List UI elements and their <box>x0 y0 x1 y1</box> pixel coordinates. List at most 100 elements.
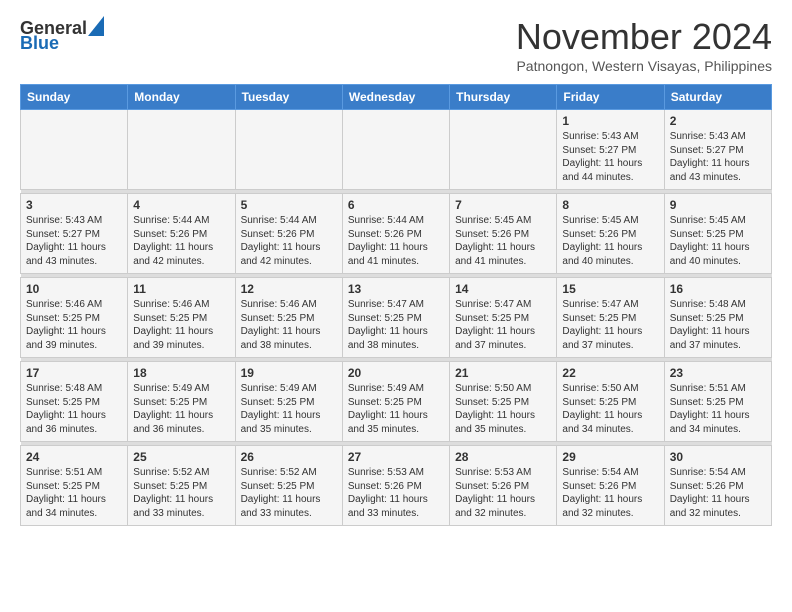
weekday-header-friday: Friday <box>557 85 664 110</box>
day-info: Sunrise: 5:51 AMSunset: 5:25 PMDaylight:… <box>26 466 122 520</box>
week-row-3: 10 Sunrise: 5:46 AMSunset: 5:25 PMDayligh… <box>21 278 772 358</box>
calendar-cell: 22 Sunrise: 5:50 AMSunset: 5:25 PMDayligh… <box>557 362 664 442</box>
day-info: Sunrise: 5:48 AMSunset: 5:25 PMDaylight:… <box>26 382 122 436</box>
day-number: 10 <box>26 282 122 296</box>
page-container: General Blue November 2024 Patnongon, We… <box>0 0 792 536</box>
logo-blue-text: Blue <box>20 33 59 53</box>
day-info: Sunrise: 5:43 AMSunset: 5:27 PMDaylight:… <box>670 130 766 184</box>
day-info: Sunrise: 5:54 AMSunset: 5:26 PMDaylight:… <box>670 466 766 520</box>
day-info: Sunrise: 5:47 AMSunset: 5:25 PMDaylight:… <box>455 298 551 352</box>
week-row-1: 1Sunrise: 5:43 AMSunset: 5:27 PMDaylight… <box>21 110 772 190</box>
header: General Blue November 2024 Patnongon, We… <box>20 16 772 74</box>
day-info: Sunrise: 5:54 AMSunset: 5:26 PMDaylight:… <box>562 466 658 520</box>
calendar-cell: 29 Sunrise: 5:54 AMSunset: 5:26 PMDayligh… <box>557 446 664 526</box>
calendar-cell <box>21 110 128 190</box>
day-info: Sunrise: 5:45 AMSunset: 5:26 PMDaylight:… <box>562 214 658 268</box>
logo-triangle-icon <box>88 16 104 36</box>
day-info: Sunrise: 5:49 AMSunset: 5:25 PMDaylight:… <box>133 382 229 436</box>
day-number: 7 <box>455 198 551 212</box>
calendar-cell: 7 Sunrise: 5:45 AMSunset: 5:26 PMDaylight… <box>450 194 557 274</box>
day-number: 6 <box>348 198 444 212</box>
weekday-header-wednesday: Wednesday <box>342 85 449 110</box>
calendar-cell <box>342 110 449 190</box>
day-info: Sunrise: 5:50 AMSunset: 5:25 PMDaylight:… <box>562 382 658 436</box>
day-info: Sunrise: 5:46 AMSunset: 5:25 PMDaylight:… <box>241 298 337 352</box>
calendar-cell: 4 Sunrise: 5:44 AMSunset: 5:26 PMDaylight… <box>128 194 235 274</box>
day-info: Sunrise: 5:47 AMSunset: 5:25 PMDaylight:… <box>562 298 658 352</box>
week-row-4: 17 Sunrise: 5:48 AMSunset: 5:25 PMDayligh… <box>21 362 772 442</box>
day-number: 18 <box>133 366 229 380</box>
calendar-cell: 2 Sunrise: 5:43 AMSunset: 5:27 PMDaylight… <box>664 110 771 190</box>
day-number: 30 <box>670 450 766 464</box>
day-info: Sunrise: 5:47 AMSunset: 5:25 PMDaylight:… <box>348 298 444 352</box>
day-number: 16 <box>670 282 766 296</box>
day-number: 19 <box>241 366 337 380</box>
week-row-5: 24 Sunrise: 5:51 AMSunset: 5:25 PMDayligh… <box>21 446 772 526</box>
weekday-header-tuesday: Tuesday <box>235 85 342 110</box>
day-number: 3 <box>26 198 122 212</box>
calendar-cell: 28 Sunrise: 5:53 AMSunset: 5:26 PMDayligh… <box>450 446 557 526</box>
day-info: Sunrise: 5:53 AMSunset: 5:26 PMDaylight:… <box>455 466 551 520</box>
day-number: 29 <box>562 450 658 464</box>
day-info: Sunrise: 5:46 AMSunset: 5:25 PMDaylight:… <box>26 298 122 352</box>
calendar-table: SundayMondayTuesdayWednesdayThursdayFrid… <box>20 84 772 526</box>
week-row-2: 3 Sunrise: 5:43 AMSunset: 5:27 PMDaylight… <box>21 194 772 274</box>
title-section: November 2024 Patnongon, Western Visayas… <box>516 16 772 74</box>
calendar-cell: 10 Sunrise: 5:46 AMSunset: 5:25 PMDayligh… <box>21 278 128 358</box>
day-number: 2 <box>670 114 766 128</box>
calendar-cell <box>235 110 342 190</box>
day-info: Sunrise: 5:49 AMSunset: 5:25 PMDaylight:… <box>348 382 444 436</box>
calendar-cell: 11Sunrise: 5:46 AMSunset: 5:25 PMDayligh… <box>128 278 235 358</box>
day-info: Sunrise: 5:49 AMSunset: 5:25 PMDaylight:… <box>241 382 337 436</box>
day-number: 4 <box>133 198 229 212</box>
day-info: Sunrise: 5:44 AMSunset: 5:26 PMDaylight:… <box>241 214 337 268</box>
calendar-cell: 17 Sunrise: 5:48 AMSunset: 5:25 PMDayligh… <box>21 362 128 442</box>
calendar-cell: 23 Sunrise: 5:51 AMSunset: 5:25 PMDayligh… <box>664 362 771 442</box>
day-number: 24 <box>26 450 122 464</box>
day-info: Sunrise: 5:45 AMSunset: 5:26 PMDaylight:… <box>455 214 551 268</box>
day-number: 14 <box>455 282 551 296</box>
calendar-cell: 3 Sunrise: 5:43 AMSunset: 5:27 PMDaylight… <box>21 194 128 274</box>
weekday-header-thursday: Thursday <box>450 85 557 110</box>
month-title: November 2024 <box>516 16 772 58</box>
calendar-cell: 16 Sunrise: 5:48 AMSunset: 5:25 PMDayligh… <box>664 278 771 358</box>
weekday-header-row: SundayMondayTuesdayWednesdayThursdayFrid… <box>21 85 772 110</box>
day-info: Sunrise: 5:43 AMSunset: 5:27 PMDaylight:… <box>562 130 658 184</box>
day-number: 20 <box>348 366 444 380</box>
day-number: 8 <box>562 198 658 212</box>
calendar-cell: 13Sunrise: 5:47 AMSunset: 5:25 PMDayligh… <box>342 278 449 358</box>
calendar-cell: 24 Sunrise: 5:51 AMSunset: 5:25 PMDayligh… <box>21 446 128 526</box>
day-info: Sunrise: 5:48 AMSunset: 5:25 PMDaylight:… <box>670 298 766 352</box>
logo: General Blue <box>20 16 104 54</box>
weekday-header-monday: Monday <box>128 85 235 110</box>
day-info: Sunrise: 5:52 AMSunset: 5:25 PMDaylight:… <box>241 466 337 520</box>
calendar-cell: 30 Sunrise: 5:54 AMSunset: 5:26 PMDayligh… <box>664 446 771 526</box>
day-info: Sunrise: 5:44 AMSunset: 5:26 PMDaylight:… <box>133 214 229 268</box>
calendar-cell: 15 Sunrise: 5:47 AMSunset: 5:25 PMDayligh… <box>557 278 664 358</box>
calendar-cell: 1Sunrise: 5:43 AMSunset: 5:27 PMDaylight… <box>557 110 664 190</box>
day-info: Sunrise: 5:45 AMSunset: 5:25 PMDaylight:… <box>670 214 766 268</box>
day-info: Sunrise: 5:46 AMSunset: 5:25 PMDaylight:… <box>133 298 229 352</box>
calendar-cell: 19 Sunrise: 5:49 AMSunset: 5:25 PMDayligh… <box>235 362 342 442</box>
day-number: 12 <box>241 282 337 296</box>
day-number: 27 <box>348 450 444 464</box>
day-number: 23 <box>670 366 766 380</box>
day-number: 28 <box>455 450 551 464</box>
calendar-cell: 5Sunrise: 5:44 AMSunset: 5:26 PMDaylight… <box>235 194 342 274</box>
calendar-cell: 6 Sunrise: 5:44 AMSunset: 5:26 PMDaylight… <box>342 194 449 274</box>
day-info: Sunrise: 5:43 AMSunset: 5:27 PMDaylight:… <box>26 214 122 268</box>
day-number: 17 <box>26 366 122 380</box>
day-number: 21 <box>455 366 551 380</box>
day-number: 9 <box>670 198 766 212</box>
calendar-cell: 14 Sunrise: 5:47 AMSunset: 5:25 PMDayligh… <box>450 278 557 358</box>
calendar-cell: 25Sunrise: 5:52 AMSunset: 5:25 PMDayligh… <box>128 446 235 526</box>
calendar-cell <box>128 110 235 190</box>
day-number: 26 <box>241 450 337 464</box>
day-info: Sunrise: 5:51 AMSunset: 5:25 PMDaylight:… <box>670 382 766 436</box>
day-info: Sunrise: 5:44 AMSunset: 5:26 PMDaylight:… <box>348 214 444 268</box>
day-info: Sunrise: 5:52 AMSunset: 5:25 PMDaylight:… <box>133 466 229 520</box>
weekday-header-saturday: Saturday <box>664 85 771 110</box>
day-number: 15 <box>562 282 658 296</box>
calendar-cell: 26 Sunrise: 5:52 AMSunset: 5:25 PMDayligh… <box>235 446 342 526</box>
day-number: 22 <box>562 366 658 380</box>
